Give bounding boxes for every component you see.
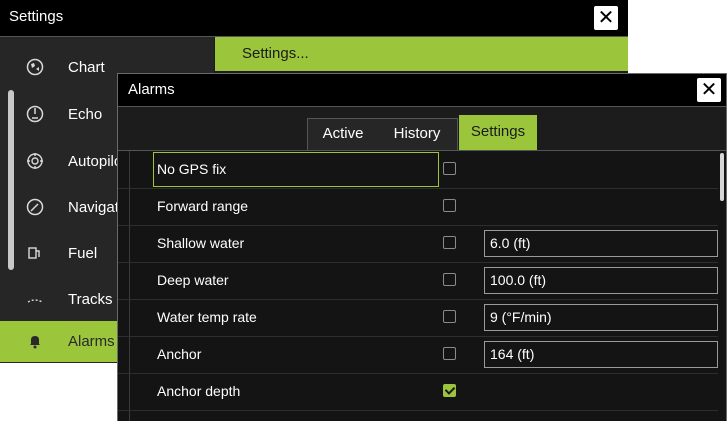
- alarm-enable-checkbox[interactable]: [443, 384, 456, 397]
- alarm-row-anchor-depth[interactable]: Anchor depth: [118, 373, 718, 411]
- fuel-pump-icon: [26, 244, 44, 262]
- alarm-name: Anchor: [157, 346, 202, 362]
- sonar-icon: [26, 105, 44, 123]
- alarm-name: Deep water: [157, 272, 229, 288]
- alarm-row-no-gps-fix[interactable]: No GPS fix: [118, 151, 718, 189]
- tab-history[interactable]: History: [377, 118, 458, 150]
- sidebar-item-label: Tracks: [68, 291, 113, 308]
- track-icon: [26, 290, 44, 308]
- alarm-threshold-field[interactable]: 164 (ft): [484, 341, 718, 368]
- sidebar-item-label: Chart: [68, 59, 105, 76]
- sidebar-item-label: Fuel: [68, 245, 98, 262]
- alarms-dialog: Alarms ✕ Active History Settings No GPS …: [117, 73, 727, 421]
- alarm-name: Water temp rate: [157, 309, 257, 325]
- alarm-name: Shallow water: [157, 235, 245, 251]
- settings-main-header-text: Settings...: [242, 45, 309, 62]
- settings-main-header[interactable]: Settings...: [215, 37, 628, 71]
- alarm-name: No GPS fix: [157, 161, 227, 177]
- alarm-enable-checkbox[interactable]: [443, 199, 456, 212]
- alarm-enable-checkbox[interactable]: [443, 310, 456, 323]
- alarm-row-anchor[interactable]: Anchor 164 (ft): [118, 336, 718, 374]
- alarm-name: Anchor depth: [157, 383, 241, 399]
- compass-icon: [26, 198, 44, 216]
- bell-icon: [26, 332, 44, 350]
- alarm-threshold-field[interactable]: 6.0 (ft): [484, 230, 718, 257]
- alarm-row-water-temp-rate[interactable]: Water temp rate 9 (°F/min): [118, 299, 718, 337]
- alarms-titlebar: Alarms ✕: [118, 74, 726, 107]
- alarm-enable-checkbox[interactable]: [443, 162, 456, 175]
- settings-title: Settings: [9, 8, 64, 25]
- alarm-threshold-field[interactable]: 100.0 (ft): [484, 267, 718, 294]
- alarm-enable-checkbox[interactable]: [443, 236, 456, 249]
- settings-close-icon[interactable]: ✕: [594, 6, 618, 30]
- tab-settings[interactable]: Settings: [459, 115, 537, 150]
- alarm-row-deep-water[interactable]: Deep water 100.0 (ft): [118, 262, 718, 300]
- alarms-title: Alarms: [128, 81, 175, 98]
- alarms-tabs: Active History Settings: [118, 107, 726, 151]
- alarm-enable-checkbox[interactable]: [443, 273, 456, 286]
- alarm-threshold-field[interactable]: 9 (°F/min): [484, 304, 718, 331]
- settings-titlebar: Settings ✕: [0, 0, 628, 37]
- alarm-row-shallow-water[interactable]: Shallow water 6.0 (ft): [118, 225, 718, 263]
- alarm-name: Forward range: [157, 198, 249, 214]
- sidebar-item-label: Alarms: [68, 333, 115, 350]
- alarm-enable-checkbox[interactable]: [443, 347, 456, 360]
- tab-active[interactable]: Active: [307, 118, 379, 150]
- alarm-row-forward-range[interactable]: Forward range: [118, 188, 718, 226]
- alarms-close-icon[interactable]: ✕: [697, 78, 721, 102]
- globe-icon: [26, 58, 44, 76]
- alarm-settings-list: No GPS fix Forward range Shallow water 6…: [118, 151, 726, 421]
- helm-icon: [26, 152, 44, 170]
- sidebar-item-label: Echo: [68, 106, 103, 123]
- list-scrollbar[interactable]: [720, 153, 724, 201]
